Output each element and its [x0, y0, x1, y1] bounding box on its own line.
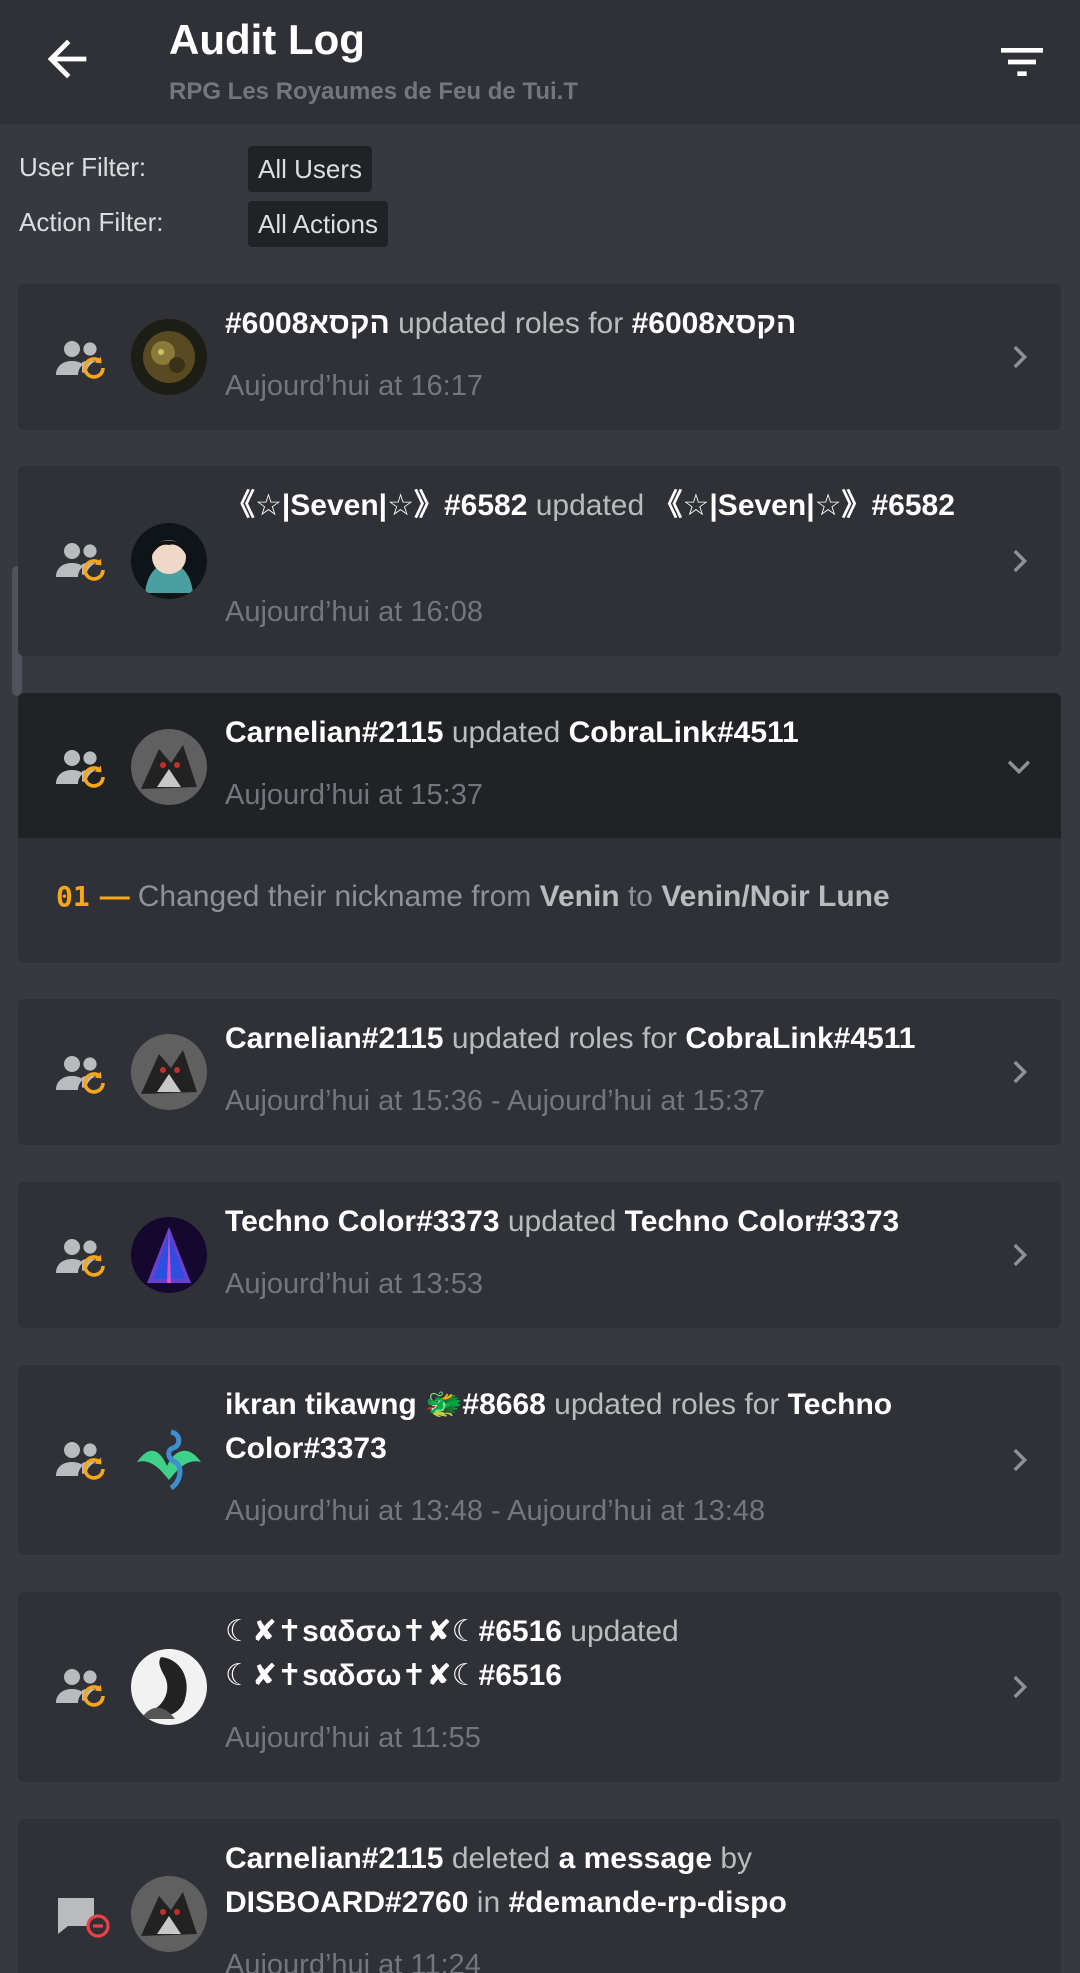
target-name[interactable]: 《☆|Seven|☆》#6582 [653, 489, 955, 522]
member-update-icon [56, 1239, 105, 1277]
target-name[interactable]: CobraLink#4511 [685, 1022, 915, 1055]
audit-log-entry[interactable]: ikran tikawng 🐲#8668 updated roles for T… [18, 1365, 1061, 1555]
server-name: RPG Les Royaumes de Feu de Tui.T [169, 78, 578, 105]
entry-description: Carnelian#2115 deleted a message by DISB… [225, 1842, 787, 1919]
chevron-right-icon[interactable] [1002, 1238, 1036, 1272]
change-index: 01 [56, 880, 90, 913]
app-header: Audit Log RPG Les Royaumes de Feu de Tui… [0, 0, 1080, 124]
entry-description: ikran tikawng 🐲#8668 updated roles for T… [225, 1388, 893, 1465]
actor-name[interactable]: ikran tikawng 🐲#8668 [225, 1388, 546, 1421]
action-filter-select[interactable]: All Actions [248, 201, 388, 247]
chevron-right-icon[interactable] [1002, 1055, 1036, 1089]
target-name[interactable]: הקסא#6008 [632, 307, 797, 340]
entry-timestamp: Aujourd’hui at 16:08 [225, 596, 483, 628]
member-role-update-icon [56, 1056, 105, 1094]
audit-log-entry[interactable]: Carnelian#2115 deleted a message by DISB… [18, 1819, 1061, 1973]
entry-timestamp: Aujourd’hui at 15:36 - Aujourd’hui at 15… [225, 1085, 766, 1117]
member-update-icon [56, 1669, 105, 1707]
target-object: a message [558, 1842, 713, 1875]
audit-log-entry[interactable]: Techno Color#3373 updated Techno Color#3… [18, 1182, 1061, 1328]
chevron-right-icon[interactable] [1002, 1443, 1036, 1477]
avatar[interactable] [131, 1649, 207, 1725]
member-update-icon [56, 543, 105, 581]
page-title: Audit Log [169, 16, 365, 63]
entry-description: Carnelian#2115 updated CobraLink#4511 [225, 716, 799, 749]
avatar[interactable] [131, 319, 207, 395]
member-update-icon [56, 750, 105, 788]
entry-timestamp: Aujourd’hui at 15:37 [225, 779, 483, 811]
actor-name[interactable]: ☾✘✝sαδσω✝✘☾#6516 [225, 1615, 562, 1648]
entry-timestamp: Aujourd’hui at 11:55 [225, 1722, 481, 1754]
entry-description: 《☆|Seven|☆》#6582 updated 《☆|Seven|☆》#658… [225, 489, 955, 522]
user-filter-select[interactable]: All Users [248, 146, 373, 192]
actor-name[interactable]: Carnelian#2115 [225, 716, 443, 749]
entry-detail-panel: 01— Changed their nickname from Venin to … [18, 838, 1061, 963]
member-role-update-icon [56, 1442, 105, 1480]
actor-name[interactable]: Carnelian#2115 [225, 1022, 443, 1055]
old-value: Venin [539, 880, 620, 913]
filter-lines-icon[interactable] [994, 34, 1050, 90]
entry-description: ☾✘✝sαδσω✝✘☾#6516 updated ☾✘✝sαδσω✝✘☾#651… [225, 1615, 679, 1692]
entry-timestamp: Aujourd’hui at 13:48 - Aujourd’hui at 13… [225, 1495, 766, 1527]
actor-name[interactable]: Techno Color#3373 [225, 1205, 500, 1238]
user-filter-label: User Filter: [19, 152, 147, 182]
actor-name[interactable]: 《☆|Seven|☆》#6582 [225, 489, 527, 522]
change-detail: 01— Changed their nickname from Venin to … [56, 880, 890, 913]
action-filter-label: Action Filter: [19, 207, 164, 237]
arrow-left-icon[interactable] [38, 30, 96, 88]
message-delete-icon [58, 1898, 110, 1938]
audit-log-entry-expanded[interactable]: Carnelian#2115 updated CobraLink#4511 Au… [18, 693, 1061, 838]
avatar[interactable] [131, 729, 207, 805]
audit-log-entry[interactable]: 《☆|Seven|☆》#6582 updated 《☆|Seven|☆》#658… [18, 466, 1061, 656]
audit-log-entry[interactable]: ☾✘✝sαδσω✝✘☾#6516 updated ☾✘✝sαδσω✝✘☾#651… [18, 1592, 1061, 1782]
entry-description: Carnelian#2115 updated roles for CobraLi… [225, 1022, 916, 1055]
target-name[interactable]: Techno Color#3373 [625, 1205, 900, 1238]
target-name[interactable]: DISBOARD#2760 [225, 1886, 468, 1919]
entry-description: #6008הקסא updated roles for הקסא#6008 [225, 307, 797, 340]
avatar[interactable] [131, 1217, 207, 1293]
chevron-down-icon[interactable] [1002, 749, 1036, 783]
new-value: Venin/Noir Lune [661, 880, 890, 913]
audit-log-entry[interactable]: #6008הקסא updated roles for הקסא#6008 Au… [18, 284, 1061, 430]
actor-name[interactable]: Carnelian#2115 [225, 1842, 443, 1875]
avatar[interactable] [131, 1422, 207, 1498]
entry-description: Techno Color#3373 updated Techno Color#3… [225, 1205, 900, 1238]
chevron-right-icon[interactable] [1002, 544, 1036, 578]
member-role-update-icon [56, 341, 105, 379]
avatar[interactable] [131, 1034, 207, 1110]
chevron-right-icon[interactable] [1002, 1670, 1036, 1704]
entry-timestamp: Aujourd’hui at 11:24 [225, 1949, 481, 1973]
chevron-right-icon[interactable] [1002, 340, 1036, 374]
audit-log-entry[interactable]: Carnelian#2115 updated roles for CobraLi… [18, 999, 1061, 1145]
avatar[interactable] [131, 523, 207, 599]
target-name[interactable]: ☾✘✝sαδσω✝✘☾#6516 [225, 1659, 562, 1692]
entry-timestamp: Aujourd’hui at 16:17 [225, 370, 483, 402]
actor-name[interactable]: #6008הקסא [225, 307, 390, 340]
target-name[interactable]: CobraLink#4511 [569, 716, 799, 749]
entry-timestamp: Aujourd’hui at 13:53 [225, 1268, 483, 1300]
channel-name[interactable]: #demande-rp-dispo [508, 1886, 786, 1919]
avatar[interactable] [131, 1876, 207, 1952]
